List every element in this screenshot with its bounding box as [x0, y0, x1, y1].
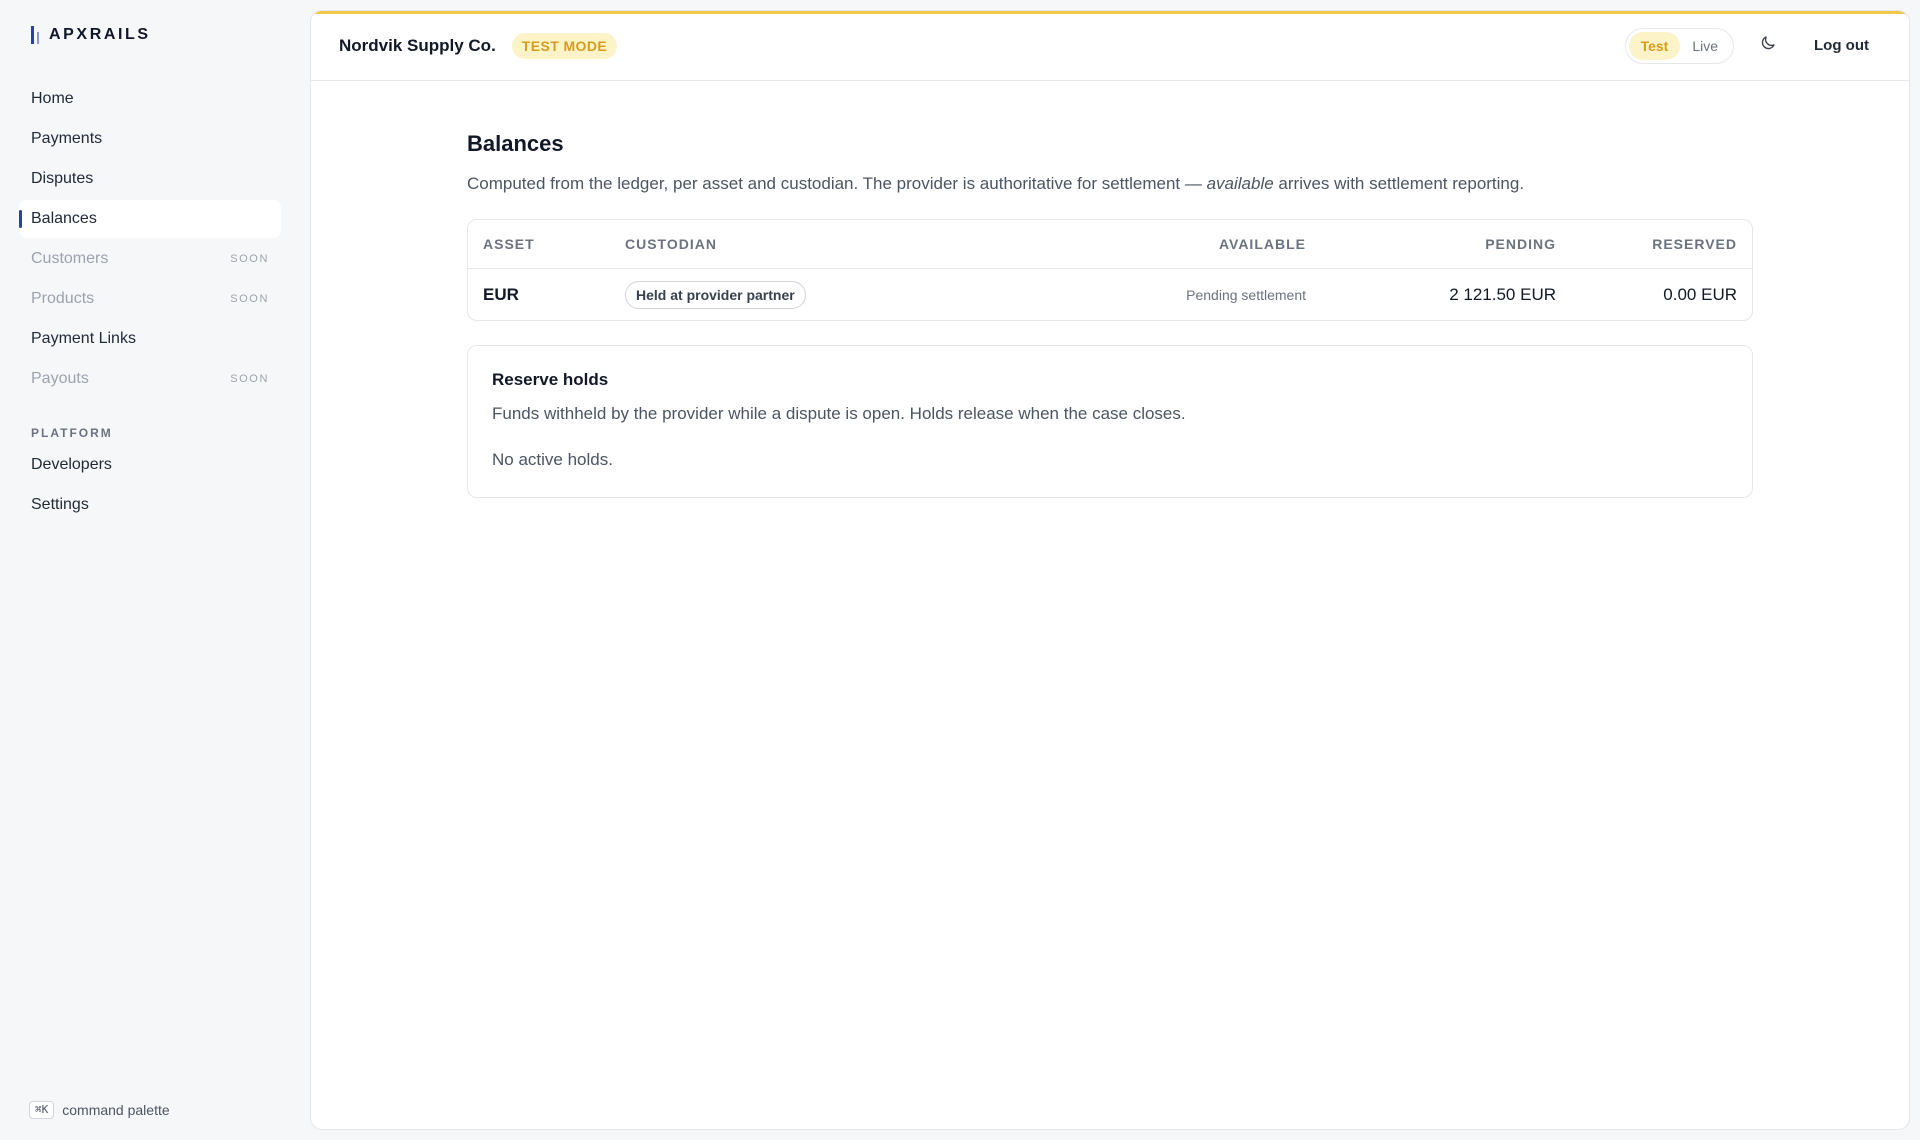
sidebar-item-payouts: Payouts SOON	[19, 360, 281, 398]
cell-available: Pending settlement	[1186, 286, 1306, 303]
sidebar-nav: Home Payments Disputes Balances Customer…	[19, 80, 281, 526]
cell-asset: EUR	[483, 284, 519, 304]
sidebar: APXRAILS Home Payments Disputes Balances…	[0, 0, 310, 1140]
sidebar-section-platform: PLATFORM	[31, 426, 113, 440]
page-subtitle-emphasis: available	[1206, 174, 1274, 193]
soon-badge: SOON	[230, 373, 269, 385]
sidebar-item-customers: Customers SOON	[19, 240, 281, 278]
test-mode-badge: TEST MODE	[511, 32, 618, 59]
sidebar-item-label: Balances	[31, 210, 97, 227]
logo-mark-icon	[31, 26, 39, 44]
sidebar-item-developers[interactable]: Developers	[19, 446, 281, 484]
org-name: Nordvik Supply Co.	[339, 35, 496, 55]
logout-button[interactable]: Log out	[1802, 29, 1881, 63]
keyboard-shortcut: ⌘K	[29, 1101, 55, 1119]
sidebar-item-label: Payment Links	[31, 330, 136, 347]
topbar-actions: Test Live Log out	[1624, 27, 1881, 64]
soon-badge: SOON	[230, 293, 269, 305]
balances-table: ASSET CUSTODIAN AVAILABLE PENDING RESERV…	[467, 219, 1753, 322]
brand-name: APXRAILS	[49, 26, 151, 43]
topbar: Nordvik Supply Co. TEST MODE Test Live L…	[311, 11, 1909, 81]
column-header-available: AVAILABLE	[1218, 236, 1306, 253]
command-palette-label: command palette	[62, 1102, 170, 1118]
balances-page: Balances Computed from the ledger, per a…	[467, 131, 1753, 499]
page-subtitle-text: Computed from the ledger, per asset and …	[467, 174, 1207, 193]
reserve-holds-card: Reserve holds Funds withheld by the prov…	[467, 345, 1753, 499]
page-subtitle-text-end: arrives with settlement reporting.	[1273, 174, 1525, 193]
sidebar-item-label: Home	[31, 90, 74, 107]
sidebar-item-label: Customers	[31, 250, 109, 267]
reserve-holds-description: Funds withheld by the provider while a d…	[492, 404, 1186, 424]
table-row: EUR Held at provider partner Pending set…	[468, 269, 1752, 320]
page-subtitle: Computed from the ledger, per asset and …	[467, 173, 1753, 195]
mode-option-test[interactable]: Test	[1628, 31, 1681, 60]
table-header-row: ASSET CUSTODIAN AVAILABLE PENDING RESERV…	[468, 220, 1752, 270]
cell-custodian: Held at provider partner	[625, 280, 985, 309]
moon-icon	[1759, 34, 1777, 57]
sidebar-item-label: Disputes	[31, 170, 94, 187]
sidebar-item-label: Products	[31, 290, 95, 307]
brand-logo[interactable]: APXRAILS	[31, 26, 151, 44]
sidebar-item-label: Developers	[31, 456, 112, 473]
sidebar-item-payments[interactable]: Payments	[19, 120, 281, 158]
cell-reserved: 0.00 EUR	[1663, 284, 1737, 304]
sidebar-item-balances[interactable]: Balances	[19, 200, 281, 238]
theme-toggle-button[interactable]	[1752, 30, 1784, 62]
column-header-asset: ASSET	[483, 236, 535, 253]
sidebar-item-products: Products SOON	[19, 280, 281, 318]
page-title: Balances	[467, 131, 564, 156]
sidebar-item-label: Payouts	[31, 370, 89, 387]
custodian-pill: Held at provider partner	[625, 280, 806, 309]
soon-badge: SOON	[230, 253, 269, 265]
column-header-reserved: RESERVED	[1652, 236, 1737, 253]
mode-option-live[interactable]: Live	[1680, 32, 1730, 60]
column-header-pending: PENDING	[1485, 236, 1556, 253]
sidebar-item-settings[interactable]: Settings	[19, 486, 281, 524]
sidebar-item-label: Payments	[31, 130, 103, 147]
command-palette-hint[interactable]: ⌘K command palette	[29, 1101, 170, 1119]
column-header-custodian: CUSTODIAN	[625, 236, 717, 253]
cell-pending: 2 121.50 EUR	[1449, 284, 1556, 304]
reserve-holds-empty: No active holds.	[492, 450, 613, 470]
sidebar-item-home[interactable]: Home	[19, 80, 281, 118]
sidebar-item-disputes[interactable]: Disputes	[19, 160, 281, 198]
main-panel: Nordvik Supply Co. TEST MODE Test Live L…	[310, 10, 1910, 1130]
sidebar-item-label: Settings	[31, 496, 89, 513]
mode-toggle: Test Live	[1624, 27, 1735, 64]
reserve-holds-title: Reserve holds	[492, 370, 609, 390]
sidebar-item-payment-links[interactable]: Payment Links	[19, 320, 281, 358]
